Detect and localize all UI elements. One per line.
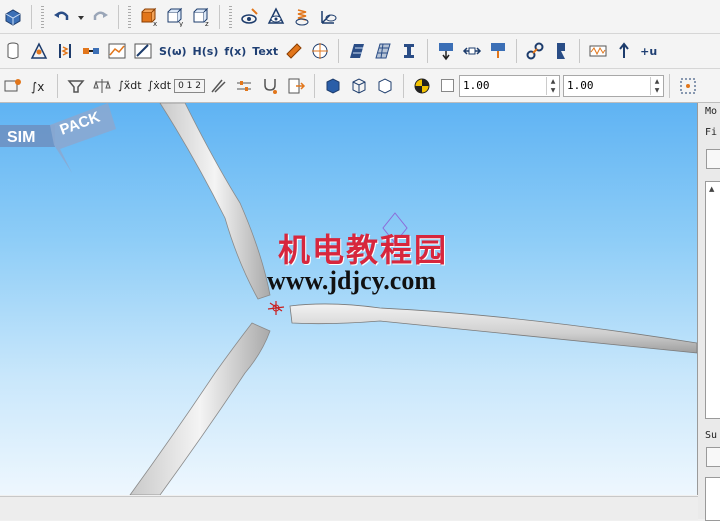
- scale-input-1[interactable]: [460, 76, 546, 95]
- sensor-icon[interactable]: [1, 74, 25, 98]
- undo-dropdown-icon[interactable]: [76, 5, 86, 29]
- subpanel-options-button[interactable]: [706, 447, 720, 467]
- eye-points-icon[interactable]: [264, 5, 288, 29]
- integral-dt2-button[interactable]: ∫ẋdt: [145, 74, 175, 98]
- link-icon[interactable]: [523, 39, 547, 63]
- hidden-line-cube-icon[interactable]: [373, 74, 397, 98]
- toolbar-main: x y z: [0, 0, 720, 34]
- cylinder-icon[interactable]: [1, 39, 25, 63]
- panel-title-label: Mo: [705, 106, 718, 117]
- chart-icon[interactable]: [105, 39, 129, 63]
- integral-dt1-button[interactable]: ∫x̃dt: [115, 74, 145, 98]
- tree-collapse-arrow-icon[interactable]: ▲: [709, 185, 714, 193]
- rail-icon[interactable]: [397, 39, 421, 63]
- eye-spring-icon[interactable]: [290, 5, 314, 29]
- toolbar-elements: S(ω) H(s) f(x) Text +u: [0, 34, 720, 69]
- u-button[interactable]: +u: [637, 39, 660, 63]
- svg-text:y: y: [179, 20, 183, 27]
- tire-icon[interactable]: [282, 39, 306, 63]
- export-icon[interactable]: [284, 74, 308, 98]
- text-button[interactable]: Text: [249, 39, 281, 63]
- marker-icon[interactable]: [308, 39, 332, 63]
- flex-body-icon[interactable]: [345, 39, 369, 63]
- stretch-icon[interactable]: [460, 39, 484, 63]
- 3d-viewport[interactable]: 机电教程园 www.jdjcy.com SIM PACK: [0, 103, 698, 495]
- color-mode-icon[interactable]: [410, 74, 434, 98]
- simpack-logo: SIM PACK: [0, 103, 116, 173]
- edit-chart-icon[interactable]: [131, 39, 155, 63]
- bluetooth-like-icon[interactable]: [549, 39, 573, 63]
- scale-spinner-1-arrows[interactable]: ▲ ▼: [546, 76, 559, 95]
- magnet-icon[interactable]: [206, 74, 230, 98]
- model-tree-list[interactable]: ▲: [705, 181, 720, 419]
- scale-input-2[interactable]: [564, 76, 650, 95]
- watermark-chinese: 机电教程园: [278, 231, 449, 269]
- fit-view-icon[interactable]: [676, 74, 700, 98]
- model-icon[interactable]: [1, 5, 25, 29]
- load-flag-icon[interactable]: [486, 39, 510, 63]
- balance-icon[interactable]: [90, 74, 114, 98]
- blade-upper: [159, 103, 271, 300]
- mesh-icon[interactable]: [371, 39, 395, 63]
- stethoscope-icon[interactable]: [258, 74, 282, 98]
- blade-right: [289, 303, 697, 354]
- box-y-icon[interactable]: y: [163, 5, 187, 29]
- force-element-icon[interactable]: [53, 39, 77, 63]
- constraint-icon[interactable]: [79, 39, 103, 63]
- watermark-url: www.jdjcy.com: [267, 266, 436, 295]
- input-field-button[interactable]: 0 1 2: [174, 78, 205, 93]
- status-bar: [0, 496, 698, 520]
- fx-button[interactable]: f(x): [221, 39, 249, 63]
- svg-text:x: x: [153, 20, 157, 27]
- integrate-icon[interactable]: ∫x: [27, 74, 51, 98]
- eye-pen-icon[interactable]: [238, 5, 262, 29]
- scale-spinbox-1[interactable]: ▲▼: [459, 74, 560, 97]
- scale-checkbox[interactable]: [441, 79, 454, 92]
- tree-options-button[interactable]: [706, 149, 720, 169]
- blade-lower: [129, 322, 271, 495]
- equalizer-icon[interactable]: [232, 74, 256, 98]
- eye-axes-icon[interactable]: [316, 5, 340, 29]
- box-z-icon[interactable]: z: [189, 5, 213, 29]
- wire-cube-icon[interactable]: [347, 74, 371, 98]
- sw-button[interactable]: S(ω): [156, 39, 190, 63]
- arrow-up-icon[interactable]: [612, 39, 636, 63]
- subpanel-list[interactable]: [705, 477, 720, 521]
- undo-icon[interactable]: [50, 5, 74, 29]
- toolbar-analysis: ∫x ∫x̃dt ∫ẋdt 0 1 2 ▲▼ ▲▼: [0, 69, 720, 103]
- svg-text:z: z: [205, 20, 209, 27]
- hub-marker: [267, 301, 285, 315]
- model-tree-panel: Mo Fi ▲ Su: [698, 103, 720, 521]
- signal-icon[interactable]: [586, 39, 610, 63]
- redo-icon[interactable]: [88, 5, 112, 29]
- joint-icon[interactable]: [27, 39, 51, 63]
- svg-text:∫x: ∫x: [31, 80, 44, 94]
- logo-sim-text: SIM: [7, 129, 35, 146]
- scale-spinbox-2[interactable]: ▲▼: [563, 74, 664, 97]
- load-down-icon[interactable]: [434, 39, 458, 63]
- scale-spinner-2-arrows[interactable]: ▲ ▼: [650, 76, 663, 95]
- subpanel-label: Su: [705, 430, 718, 441]
- filter-label: Fi: [705, 127, 718, 138]
- hs-button[interactable]: H(s): [190, 39, 222, 63]
- solid-cube-icon[interactable]: [321, 74, 345, 98]
- filter-icon[interactable]: [64, 74, 88, 98]
- box-x-icon[interactable]: x: [137, 5, 161, 29]
